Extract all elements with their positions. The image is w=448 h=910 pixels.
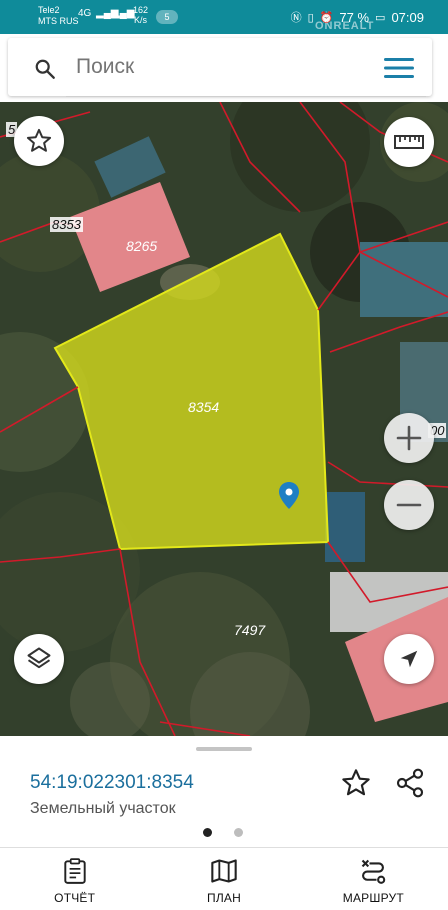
status-bar: Tele2 MTS RUS 4G ▂▄▆ ▂▄▆ 162 K/s 5 ONREA… <box>0 0 448 34</box>
star-icon <box>26 128 52 152</box>
network-speed: 162 K/s <box>133 5 148 25</box>
satellite-map <box>0 102 448 736</box>
page-dot-active[interactable] <box>203 828 212 837</box>
page-dot[interactable] <box>234 828 243 837</box>
share-icon[interactable] <box>394 767 426 799</box>
route-icon <box>362 859 386 884</box>
battery-icon: ▭ <box>375 11 386 24</box>
minus-icon <box>396 503 422 507</box>
report-icon <box>63 858 86 884</box>
alarm-icon: ⏰ <box>319 11 334 24</box>
add-favorite-icon[interactable] <box>340 767 372 799</box>
bottom-nav: ОТЧЁТ ПЛАН МАРШРУТ <box>0 848 448 910</box>
nav-item-plan[interactable]: ПЛАН <box>149 848 298 910</box>
ruler-button[interactable] <box>384 117 434 167</box>
battery-level: 77 % <box>339 9 370 25</box>
navigation-arrow-icon <box>400 650 418 668</box>
layers-icon <box>27 647 51 669</box>
nav-item-report[interactable]: ОТЧЁТ <box>0 848 149 910</box>
parcel-label: 7497 <box>234 622 266 638</box>
map-view[interactable]: 5 8353 8265 8354 00 7497 8226 <box>0 102 448 736</box>
locate-button[interactable] <box>384 634 434 684</box>
land-type: Земельный участок <box>30 800 176 817</box>
page-indicator <box>203 828 243 837</box>
status-right: Ⓝ ▯ ⏰ 77 % ▭ 07:09 <box>291 9 424 25</box>
map-plan-icon <box>211 859 237 883</box>
search-icon[interactable] <box>34 58 56 80</box>
speed-value: 162 <box>133 5 149 15</box>
zoom-out-button[interactable] <box>384 480 434 530</box>
carrier-2: MTS RUS <box>38 16 79 26</box>
nav-label-plan: ПЛАН <box>207 891 241 905</box>
speed-unit: K/s <box>134 15 148 25</box>
parcel-label: 8353 <box>50 217 83 232</box>
search-area <box>0 34 448 102</box>
zoom-in-button[interactable] <box>384 413 434 463</box>
parcel-label-selected: 8354 <box>188 399 220 415</box>
carrier-1: Tele2 <box>38 5 60 15</box>
layers-button[interactable] <box>14 634 64 684</box>
plus-icon <box>396 425 422 451</box>
notification-badge: 5 <box>156 10 178 24</box>
favorite-button[interactable] <box>14 116 64 166</box>
nav-item-route[interactable]: МАРШРУТ <box>299 848 448 910</box>
carrier-info: Tele2 MTS RUS <box>38 5 79 27</box>
cadastral-number[interactable]: 54:19:022301:8354 <box>30 772 194 794</box>
hamburger-menu-icon[interactable] <box>384 57 414 79</box>
sheet-drag-handle[interactable] <box>196 747 252 751</box>
nav-label-route: МАРШРУТ <box>342 891 404 905</box>
search-bar <box>8 38 432 97</box>
nav-label-report: ОТЧЁТ <box>54 891 96 905</box>
parcel-label: 8265 <box>126 238 158 254</box>
search-underline <box>66 96 426 97</box>
clock: 07:09 <box>391 9 424 25</box>
search-input[interactable] <box>76 52 376 82</box>
nfc-icon: Ⓝ <box>290 12 302 24</box>
ruler-icon <box>394 135 424 149</box>
network-type: 4G <box>78 8 92 19</box>
vibrate-icon: ▯ <box>307 11 314 24</box>
parcel-info-sheet: 54:19:022301:8354 Земельный участок ОТЧЁ… <box>0 736 448 910</box>
signal-icon-2: ▂▄▆ <box>112 8 135 19</box>
